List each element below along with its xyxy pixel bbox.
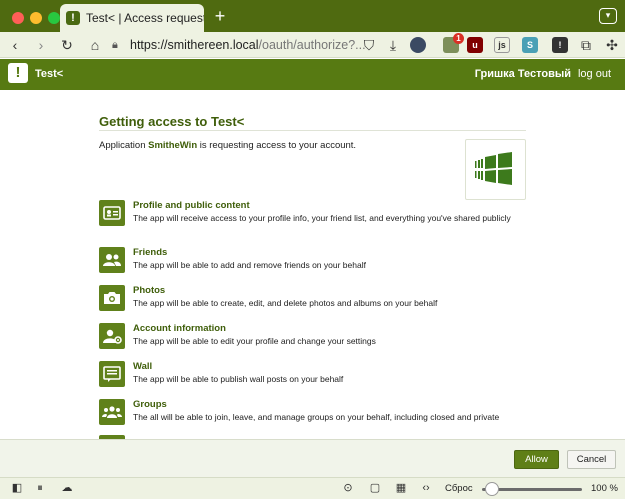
new-tab-button[interactable]: + (210, 6, 230, 26)
permission-description: The app will be able to edit your profil… (133, 336, 376, 346)
allow-button[interactable]: Allow (514, 450, 559, 469)
site-header: ! Test< Гришка Тестовый log out (0, 59, 625, 90)
app-name: SmitheWin (148, 140, 198, 151)
site-favicon-icon: ! (66, 11, 80, 25)
request-intro: Application SmitheWin is requesting acce… (99, 140, 357, 151)
user-settings-icon (99, 323, 125, 349)
js-extension-icon[interactable]: js (494, 37, 510, 53)
zoom-slider-thumb[interactable] (485, 482, 499, 496)
permission-item: Profile and public content The app will … (99, 200, 539, 234)
action-footer: Allow Cancel (0, 439, 625, 477)
sidebar-toggle-icon[interactable]: ◧ (10, 482, 24, 495)
extensions-puzzle-icon[interactable]: ✣ (603, 36, 621, 54)
cancel-button[interactable]: Cancel (567, 450, 616, 469)
site-name[interactable]: Test< (35, 68, 63, 80)
tile-icon[interactable]: ▢ (368, 482, 382, 495)
permission-item: Groups The all will be able to join, lea… (99, 399, 539, 433)
tab-list-button[interactable]: ▾ (599, 8, 617, 24)
browser-toolbar: ‹ › ↻ ⌂ 🔒︎ https://smithereen.local/oaut… (0, 32, 625, 58)
page-title: Getting access to Test< (99, 114, 245, 129)
pause-icon[interactable]: ⏸︎ (33, 482, 47, 495)
permission-title: Profile and public content (133, 200, 250, 211)
browser-tab-bar: ! Test< | Access request + ▾ (0, 0, 625, 32)
permission-description: The app will be able to create, edit, an… (133, 298, 438, 308)
id-card-icon (99, 200, 125, 226)
browser-tab[interactable]: ! Test< | Access request (60, 4, 204, 32)
cloud-icon[interactable]: ☁︎ (60, 482, 74, 495)
permission-item: Wall The app will be able to publish wal… (99, 361, 539, 395)
permission-item: Photos The app will be able to create, e… (99, 285, 539, 319)
app-logo (465, 139, 526, 200)
minimize-window-button[interactable] (30, 12, 42, 24)
permission-title: Photos (133, 285, 166, 296)
zoom-window-button[interactable] (48, 12, 60, 24)
user-name-link[interactable]: Гришка Тестовый (475, 68, 571, 80)
windows-flag-icon (475, 152, 512, 185)
screenshot-icon[interactable]: ⊙ (341, 482, 355, 495)
tab-title: Test< | Access request (86, 11, 204, 25)
zoom-level: 100 % (591, 483, 618, 494)
sync-icon[interactable]: ⧉ (577, 36, 595, 54)
heading-divider (99, 130, 526, 131)
permission-item: Account information The app will be able… (99, 323, 539, 357)
forward-icon[interactable]: › (32, 36, 50, 54)
ublock-icon[interactable]: u (467, 37, 483, 53)
wall-icon (99, 361, 125, 387)
camera-icon (99, 285, 125, 311)
permission-title: Account information (133, 323, 226, 334)
permission-title: Friends (133, 247, 168, 258)
profile-avatar-icon[interactable] (410, 37, 426, 53)
permission-description: The all will be able to join, leave, and… (133, 412, 500, 422)
permission-description: The app will be able to publish wall pos… (133, 374, 344, 384)
lock-icon: 🔒︎ (112, 39, 118, 51)
code-icon[interactable]: ‹› (419, 482, 433, 495)
permission-item: Friends The app will be able to add and … (99, 247, 539, 281)
extension-icon[interactable]: 1 (443, 33, 464, 53)
s-extension-icon[interactable]: S (522, 37, 538, 53)
friends-icon (99, 247, 125, 273)
zoom-reset-button[interactable]: Сброс (445, 483, 473, 494)
permission-description: The app will be able to add and remove f… (133, 260, 366, 270)
home-icon[interactable]: ⌂ (86, 36, 104, 54)
url-text: https://smithereen.local/oauth/authorize… (130, 38, 366, 52)
groups-icon (99, 399, 125, 425)
permission-description: The app will receive access to your prof… (133, 213, 511, 223)
close-window-button[interactable] (12, 12, 24, 24)
permission-title: Wall (133, 361, 153, 372)
main-content: Getting access to Test< Application Smit… (0, 90, 625, 439)
reload-icon[interactable]: ↻ (58, 36, 76, 54)
back-icon[interactable]: ‹ (6, 36, 24, 54)
site-logo-icon[interactable]: ! (8, 63, 28, 83)
permission-title: Groups (133, 399, 167, 410)
image-icon[interactable]: ▦ (394, 482, 408, 495)
download-icon[interactable]: ⤓ (384, 36, 402, 54)
logout-link[interactable]: log out (578, 68, 611, 80)
address-bar[interactable]: 🔒︎ https://smithereen.local/oauth/author… (110, 35, 378, 55)
bookmark-icon[interactable]: ⛉ (360, 36, 378, 54)
smithereen-extension-icon[interactable]: ! (552, 37, 568, 53)
browser-status-bar: ◧ ⏸︎ ☁︎ ⊙ ▢ ▦ ‹› Сброс 100 % (0, 477, 625, 499)
